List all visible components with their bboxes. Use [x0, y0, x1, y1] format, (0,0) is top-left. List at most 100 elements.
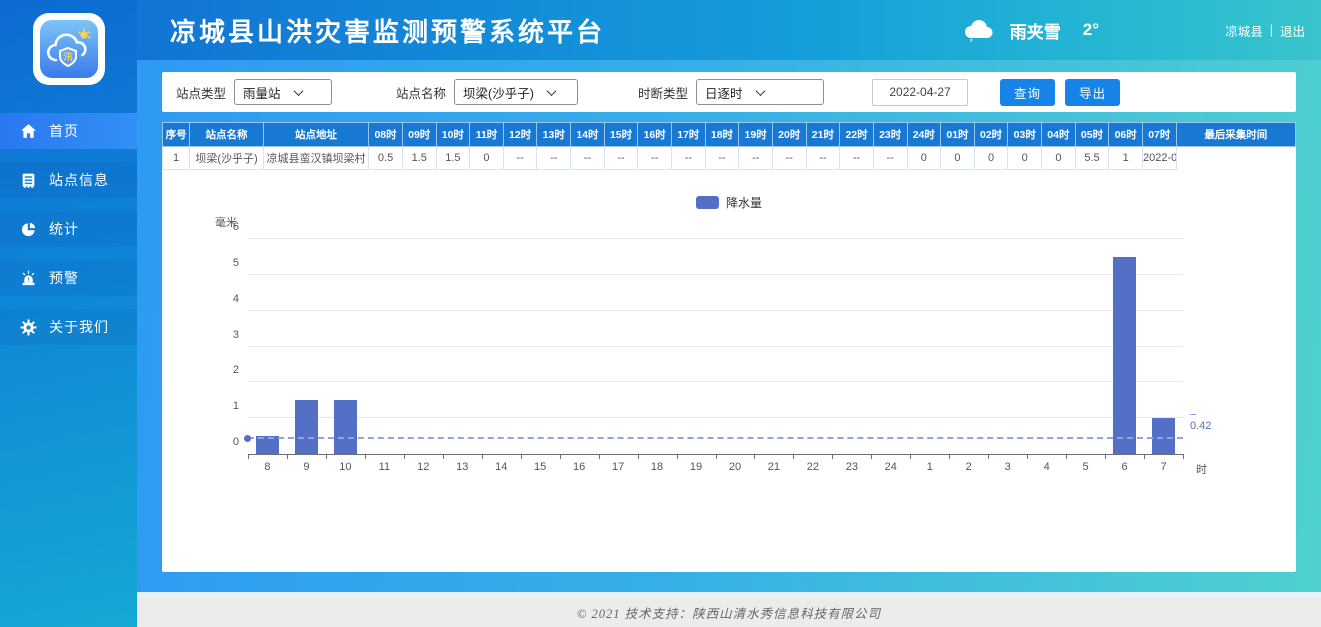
table-cell: 5.5 — [1075, 147, 1109, 170]
x-tick — [793, 454, 794, 459]
sidebar-nav: 首页 站点信息 统计 — [0, 113, 137, 345]
x-tick-label: 9 — [287, 461, 326, 473]
sidebar-item-home[interactable]: 首页 — [0, 113, 137, 149]
logout-link[interactable]: 退出 — [1280, 21, 1305, 40]
cloud-sleet-icon: * — [960, 17, 998, 47]
svg-text:!: ! — [28, 277, 30, 283]
weather-temperature: 2° — [1083, 20, 1099, 40]
alert-icon: ! — [20, 270, 37, 287]
table-header-cell: 09时 — [402, 123, 436, 147]
sidebar-item-statistics[interactable]: 统计 — [0, 211, 137, 247]
table-header-cell: 站点地址 — [263, 123, 368, 147]
sidebar-item-station-info[interactable]: 站点信息 — [0, 162, 137, 198]
x-tick-label: 22 — [793, 461, 832, 473]
x-tick-label: 18 — [638, 461, 677, 473]
period-type-label: 时断类型 — [638, 83, 688, 102]
x-tick-label: 6 — [1105, 461, 1144, 473]
table-header-cell: 最后采集时间 — [1176, 123, 1295, 147]
table-cell: -- — [840, 147, 874, 170]
x-tick — [677, 454, 678, 459]
table-header-cell: 序号 — [163, 123, 190, 147]
x-tick — [365, 454, 366, 459]
table-cell: -- — [806, 147, 840, 170]
table-cell: -- — [503, 147, 537, 170]
chevron-down-icon — [755, 86, 765, 96]
table-cell: 凉城县蛮汉镇坝梁村 — [263, 147, 368, 170]
x-tick-label: 17 — [599, 461, 638, 473]
weather-condition: 雨夹雪 — [1010, 18, 1061, 43]
x-tick-label: 23 — [832, 461, 871, 473]
x-tick-label: 12 — [404, 461, 443, 473]
chart-bar[interactable] — [1113, 257, 1136, 454]
x-tick-label: 5 — [1066, 461, 1105, 473]
data-panel: 序号站点名称站点地址08时09时10时11时12时13时14时15时16时17时… — [162, 122, 1296, 572]
period-type-select[interactable]: 日逐时 — [696, 79, 824, 105]
table-header-cell: 24时 — [907, 123, 941, 147]
sidebar-item-alerts[interactable]: ! 预警 — [0, 260, 137, 296]
x-tick-label: 16 — [560, 461, 599, 473]
table-header-cell: 05时 — [1075, 123, 1109, 147]
table-header-cell: 03时 — [1008, 123, 1042, 147]
x-tick — [482, 454, 483, 459]
chart-bar[interactable] — [334, 400, 357, 454]
table-cell: -- — [604, 147, 638, 170]
x-tick — [560, 454, 561, 459]
table-cell: 0 — [1008, 147, 1042, 170]
statistics-icon — [20, 221, 37, 238]
x-tick-label: 3 — [988, 461, 1027, 473]
footer: © 2021 技术支持：陕西山清水秀信息科技有限公司 — [137, 592, 1321, 627]
x-tick-label: 7 — [1144, 461, 1183, 473]
table-cell: 坝梁(沙乎子) — [190, 147, 264, 170]
x-tick-label: 1 — [910, 461, 949, 473]
x-tick — [443, 454, 444, 459]
filter-bar: 站点类型 雨量站 站点名称 坝梁(沙乎子) 时断类型 日逐时 2022-04-2… — [162, 72, 1296, 112]
station-name-select[interactable]: 坝梁(沙乎子) — [454, 79, 578, 105]
x-tick — [1183, 454, 1184, 459]
x-tick-label: 10 — [326, 461, 365, 473]
table-header-cell: 17时 — [672, 123, 706, 147]
y-tick-label: 2 — [233, 364, 239, 376]
table-header-cell: 13时 — [537, 123, 571, 147]
app-window: 汛 首页 站点信息 — [0, 0, 1321, 627]
table-cell: -- — [873, 147, 907, 170]
table-header-cell: 02时 — [974, 123, 1008, 147]
table-cell: 0 — [470, 147, 504, 170]
x-tick-label: 2 — [949, 461, 988, 473]
table-cell: 1.5 — [402, 147, 436, 170]
legend-label: 降水量 — [726, 194, 762, 211]
x-tick — [599, 454, 600, 459]
station-info-icon — [20, 172, 37, 189]
gridline — [248, 310, 1183, 311]
x-tick — [832, 454, 833, 459]
table-cell: -- — [638, 147, 672, 170]
x-tick — [988, 454, 989, 459]
table-header-cell: 23时 — [873, 123, 907, 147]
copyright-text: © 2021 技术支持：陕西山清水秀信息科技有限公司 — [577, 603, 881, 622]
table-header-cell: 08时 — [369, 123, 403, 147]
table-row: 1坝梁(沙乎子)凉城县蛮汉镇坝梁村0.51.51.50-------------… — [163, 147, 1296, 170]
table-header-cell: 14时 — [571, 123, 605, 147]
query-button[interactable]: 查询 — [1000, 79, 1055, 106]
table-header-cell: 18时 — [705, 123, 739, 147]
y-tick-label: 3 — [233, 329, 239, 341]
table-header-cell: 11时 — [470, 123, 504, 147]
x-tick-label: 19 — [677, 461, 716, 473]
sidebar-item-label: 统计 — [49, 219, 79, 239]
chart-legend[interactable]: 降水量 — [162, 194, 1296, 211]
x-tick — [754, 454, 755, 459]
about-icon — [20, 319, 37, 336]
divider: | — [1270, 23, 1273, 37]
x-axis-unit-label: 时 — [1196, 461, 1207, 477]
date-input[interactable]: 2022-04-27 — [872, 79, 968, 106]
x-tick — [716, 454, 717, 459]
table-cell: 0.5 — [369, 147, 403, 170]
table-cell: 1.5 — [436, 147, 470, 170]
table-header-cell: 04时 — [1042, 123, 1076, 147]
table-header-cell: 01时 — [941, 123, 975, 147]
x-tick — [326, 454, 327, 459]
station-data-table: 序号站点名称站点地址08时09时10时11时12时13时14时15时16时17时… — [162, 122, 1296, 170]
export-button[interactable]: 导出 — [1065, 79, 1120, 106]
station-type-select[interactable]: 雨量站 — [234, 79, 332, 105]
chart-bar[interactable] — [295, 400, 318, 454]
sidebar-item-about[interactable]: 关于我们 — [0, 309, 137, 345]
